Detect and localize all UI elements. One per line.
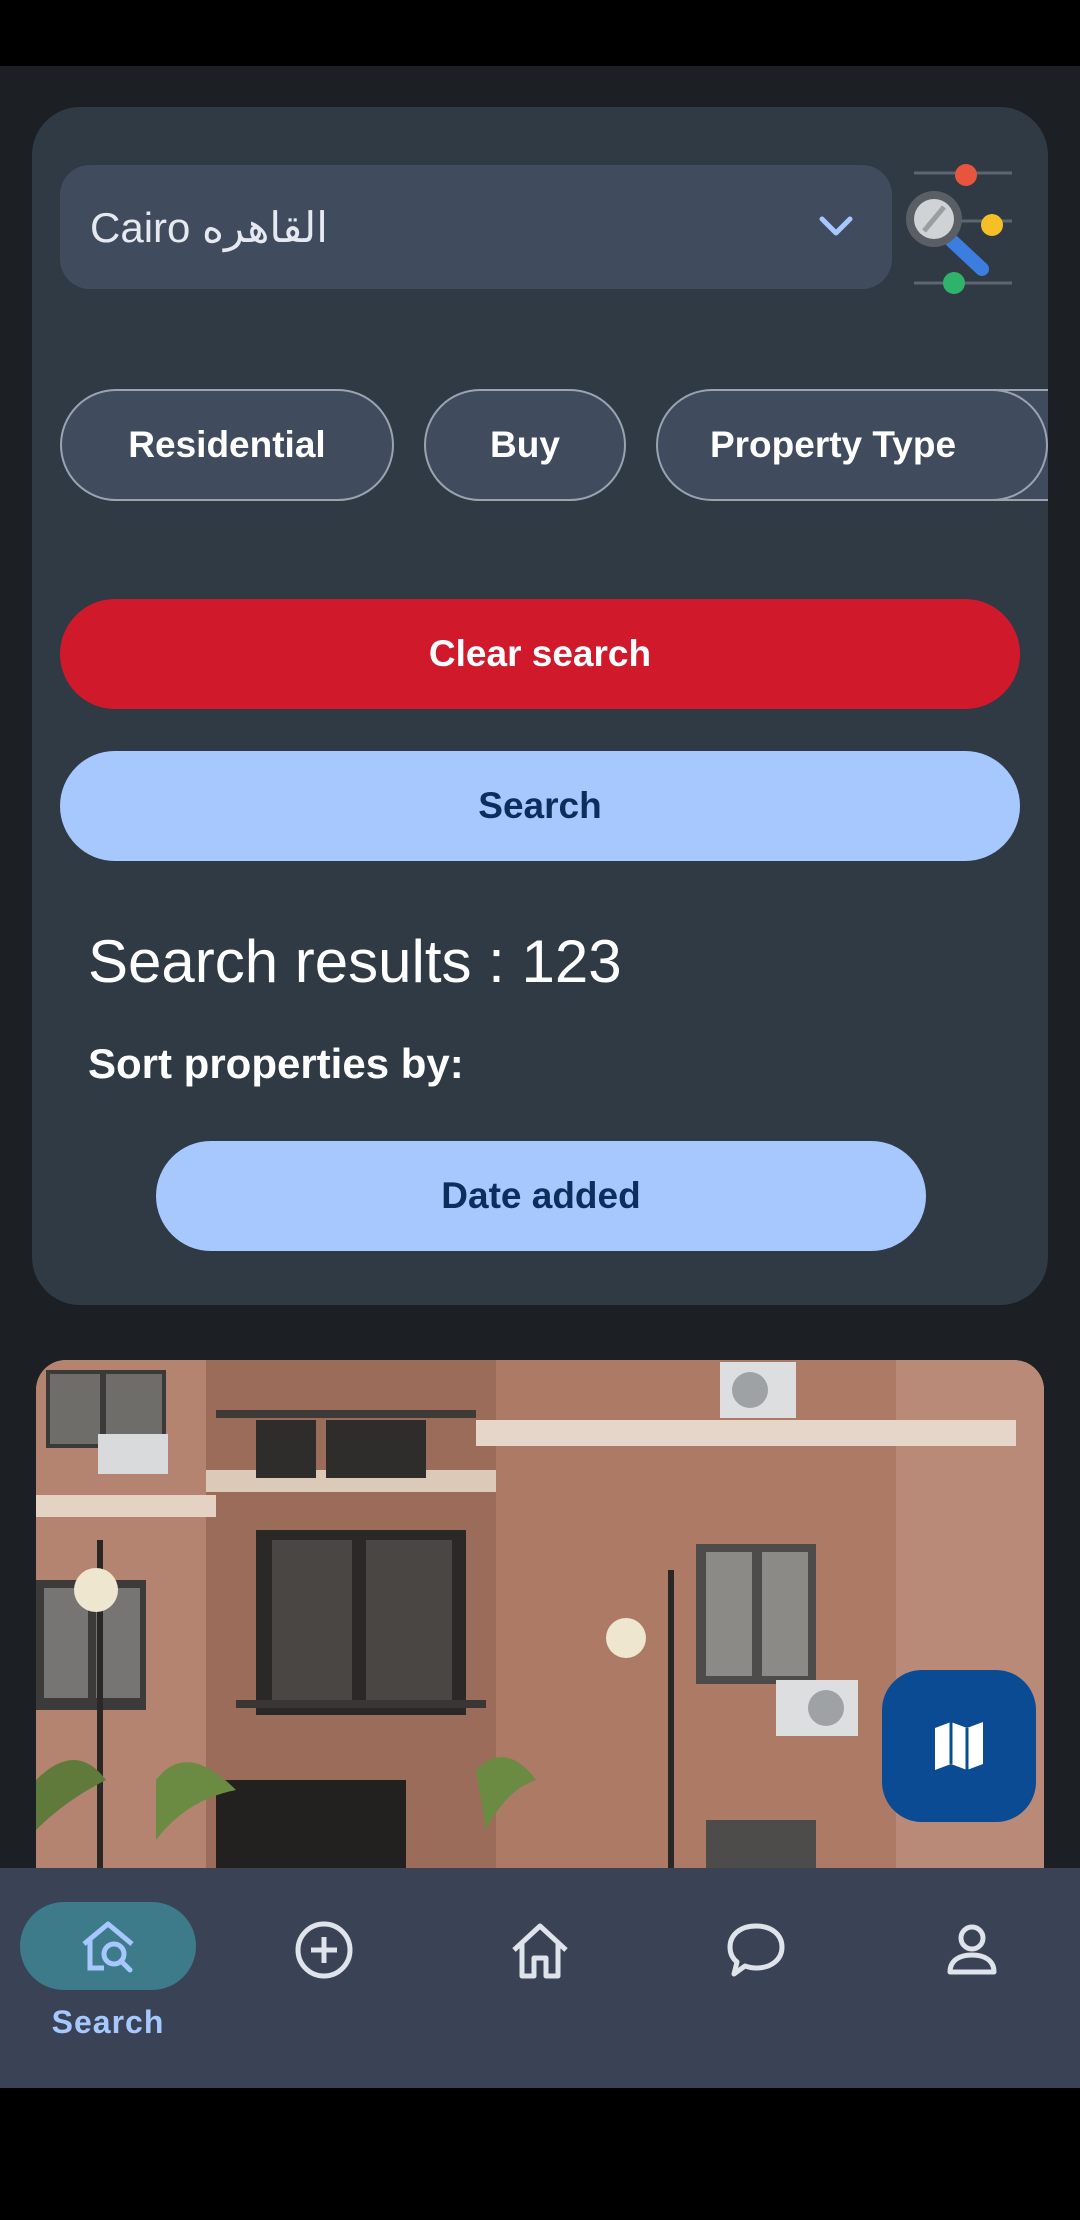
search-results-count: Search results : 123 <box>88 928 622 995</box>
home-icon <box>512 1923 568 1979</box>
add-circle-icon <box>295 1921 353 1979</box>
map-view-button[interactable] <box>882 1670 1036 1822</box>
nav-item-search[interactable]: Search <box>0 1868 216 2088</box>
chip-property-type[interactable]: Property Type <box>656 389 1048 501</box>
nav-item-chat[interactable] <box>648 1868 864 2088</box>
clear-search-button[interactable]: Clear search <box>60 599 1020 709</box>
status-bar <box>0 0 1080 66</box>
bottom-navigation: Search <box>0 1868 1080 2088</box>
nav-label-search: Search <box>51 2004 165 2040</box>
map-icon <box>935 1722 983 1770</box>
chat-icon <box>727 1923 785 1977</box>
chip-residential[interactable]: Residential <box>60 389 394 501</box>
system-navigation-bar <box>0 2088 1080 2220</box>
advanced-filters-icon[interactable] <box>900 159 1020 297</box>
chip-buy[interactable]: Buy <box>424 389 626 501</box>
chevron-down-icon <box>819 216 853 236</box>
search-panel: Cairo القاهره Residential Buy Property T… <box>32 107 1048 1305</box>
nav-item-home[interactable] <box>432 1868 648 2088</box>
location-dropdown[interactable]: Cairo القاهره <box>60 165 892 289</box>
location-value: Cairo القاهره <box>90 203 328 251</box>
account-icon <box>947 1924 997 1975</box>
search-home-icon <box>82 1921 134 1973</box>
search-button[interactable]: Search <box>60 751 1020 861</box>
sort-dropdown[interactable]: Date added <box>156 1141 926 1251</box>
nav-item-add[interactable] <box>216 1868 432 2088</box>
sort-heading: Sort properties by: <box>88 1040 464 1087</box>
nav-item-account[interactable] <box>864 1868 1080 2088</box>
